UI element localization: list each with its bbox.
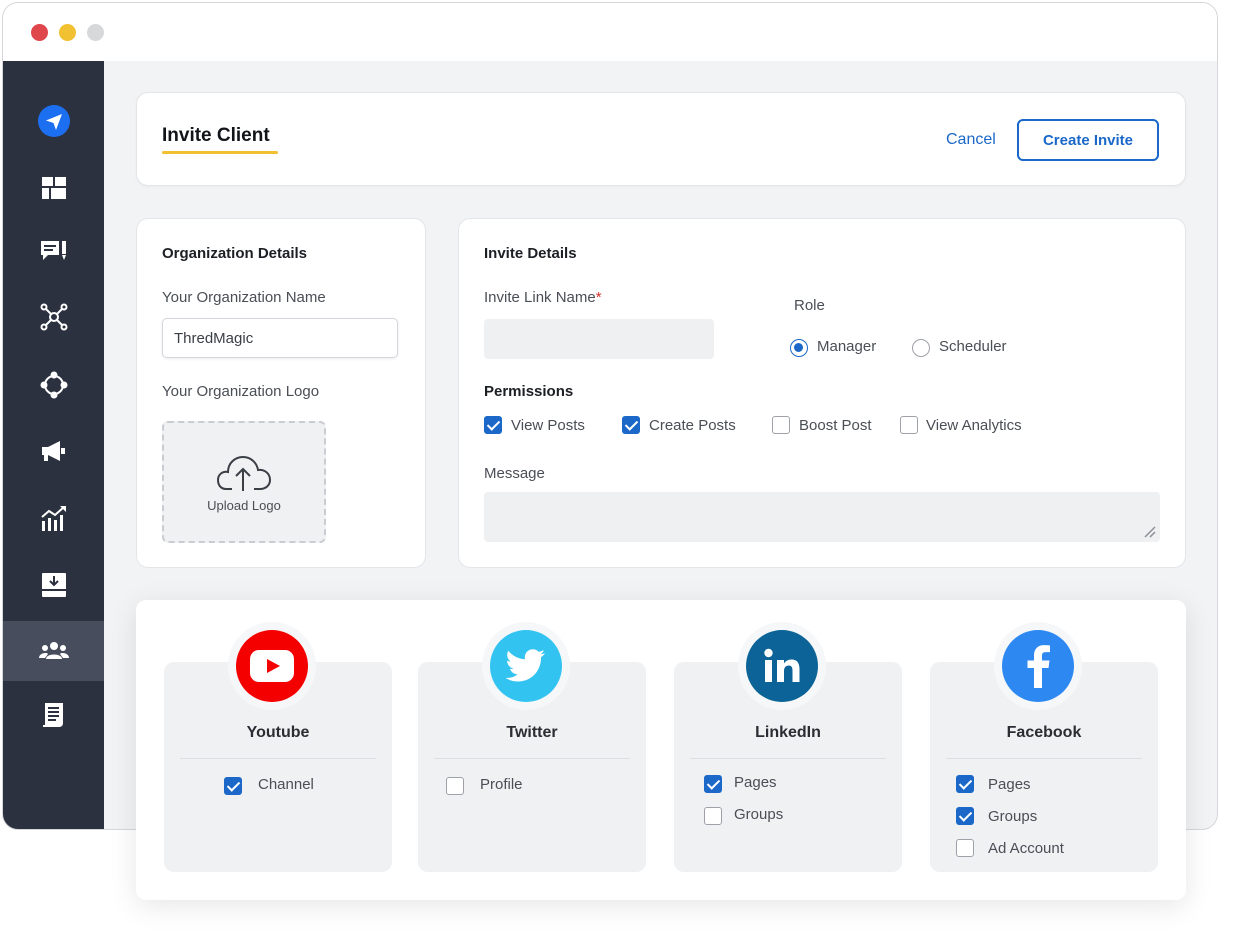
sidebar-item-connections[interactable] — [3, 355, 104, 415]
social-card-facebook: Facebook Pages Groups Ad Account — [930, 622, 1158, 872]
social-name: Twitter — [506, 724, 558, 741]
facebook-ad-account-checkbox[interactable] — [956, 839, 974, 857]
youtube-channel-checkbox[interactable] — [224, 777, 242, 795]
resize-handle-icon[interactable] — [1142, 524, 1156, 538]
social-logo-ring — [228, 622, 316, 710]
linkedin-groups-label: Groups — [734, 806, 784, 823]
invite-link-name-text: Invite Link Name — [484, 289, 596, 306]
divider — [690, 758, 886, 759]
facebook-icon — [1002, 630, 1074, 702]
sidebar — [3, 61, 104, 829]
sidebar-item-publish[interactable] — [3, 91, 104, 151]
permission-view-posts-label: View Posts — [511, 417, 585, 434]
upload-logo-label: Upload Logo — [207, 498, 281, 513]
role-scheduler-radio[interactable] — [912, 339, 930, 357]
role-manager-label: Manager — [817, 338, 877, 355]
facebook-groups-label: Groups — [988, 808, 1038, 825]
organization-details-card: Organization Details Your Organization N… — [136, 218, 426, 568]
header-card: Invite Client Cancel Create Invite — [136, 92, 1186, 186]
organization-section-title: Organization Details — [162, 245, 308, 262]
page-title: Invite Client — [162, 125, 270, 146]
maximize-window-button[interactable] — [87, 24, 104, 41]
organization-name-label: Your Organization Name — [162, 289, 326, 306]
youtube-icon — [236, 630, 308, 702]
required-mark: * — [595, 289, 602, 306]
facebook-pages-label: Pages — [988, 776, 1031, 793]
permission-boost-post-label: Boost Post — [799, 417, 872, 434]
linkedin-icon — [746, 630, 818, 702]
twitter-icon — [490, 630, 562, 702]
social-logo-ring — [738, 622, 826, 710]
role-manager-radio[interactable] — [790, 339, 808, 357]
message-label: Message — [484, 465, 545, 482]
linkedin-groups-checkbox[interactable] — [704, 807, 722, 825]
permission-create-posts-checkbox[interactable] — [622, 416, 640, 434]
role-label: Role — [794, 297, 825, 314]
megaphone-icon — [41, 441, 65, 461]
cloud-upload-icon — [216, 455, 272, 491]
title-bar — [3, 3, 1217, 61]
social-card-twitter: Twitter Profile — [418, 622, 646, 872]
paper-plane-icon — [37, 105, 70, 137]
permission-view-posts-checkbox[interactable] — [484, 416, 502, 434]
message-textarea[interactable] — [484, 492, 1160, 542]
cancel-button[interactable]: Cancel — [946, 131, 996, 149]
dashboard-icon — [41, 177, 66, 199]
sidebar-item-analytics[interactable] — [3, 489, 104, 549]
linkedin-pages-label: Pages — [734, 774, 777, 791]
facebook-groups-checkbox[interactable] — [956, 807, 974, 825]
create-invite-button[interactable]: Create Invite — [1017, 119, 1159, 161]
linkedin-pages-checkbox[interactable] — [704, 775, 722, 793]
sidebar-item-dashboard[interactable] — [3, 158, 104, 218]
facebook-ad-account-label: Ad Account — [988, 840, 1064, 857]
twitter-profile-label: Profile — [480, 776, 523, 793]
close-window-button[interactable] — [31, 24, 48, 41]
team-icon — [38, 642, 69, 659]
sidebar-item-reports[interactable] — [3, 685, 104, 745]
permission-view-analytics-checkbox[interactable] — [900, 416, 918, 434]
twitter-profile-checkbox[interactable] — [446, 777, 464, 795]
social-card-youtube: Youtube Channel — [164, 622, 392, 872]
inbox-download-icon — [41, 573, 66, 597]
analytics-icon — [40, 506, 66, 531]
youtube-channel-label: Channel — [258, 776, 314, 793]
connections-icon — [40, 371, 67, 399]
document-icon — [42, 703, 63, 727]
network-icon — [40, 303, 67, 331]
comments-icon — [40, 241, 66, 260]
social-accounts-panel: Youtube Channel Twitter Profile LinkedIn — [136, 600, 1186, 900]
permissions-label: Permissions — [484, 383, 574, 400]
invite-link-name-label: Invite Link Name* — [484, 289, 602, 306]
invite-section-title: Invite Details — [484, 245, 577, 262]
permission-view-analytics-label: View Analytics — [926, 417, 1022, 434]
social-logo-ring — [994, 622, 1082, 710]
minimize-window-button[interactable] — [59, 24, 76, 41]
title-underline — [162, 151, 278, 154]
invite-details-card: Invite Details Invite Link Name* Role Ma… — [458, 218, 1186, 568]
social-name: Facebook — [1006, 724, 1082, 741]
permission-boost-post-checkbox[interactable] — [772, 416, 790, 434]
role-scheduler-label: Scheduler — [939, 338, 1007, 355]
permission-create-posts-label: Create Posts — [649, 417, 736, 434]
social-name: LinkedIn — [755, 724, 821, 741]
divider — [434, 758, 630, 759]
sidebar-item-team[interactable] — [3, 621, 104, 681]
divider — [946, 758, 1142, 759]
sidebar-item-network[interactable] — [3, 287, 104, 347]
sidebar-item-campaigns[interactable] — [3, 421, 104, 481]
organization-name-input[interactable]: ThredMagic — [162, 318, 398, 358]
divider — [180, 758, 376, 759]
social-logo-ring — [482, 622, 570, 710]
social-card-linkedin: LinkedIn Pages Groups — [674, 622, 902, 872]
upload-logo-dropzone[interactable]: Upload Logo — [162, 421, 326, 543]
social-name: Youtube — [246, 724, 310, 741]
sidebar-item-engage[interactable] — [3, 222, 104, 282]
invite-link-name-input[interactable] — [484, 319, 714, 359]
sidebar-item-inbox[interactable] — [3, 555, 104, 615]
facebook-pages-checkbox[interactable] — [956, 775, 974, 793]
organization-logo-label: Your Organization Logo — [162, 383, 320, 400]
